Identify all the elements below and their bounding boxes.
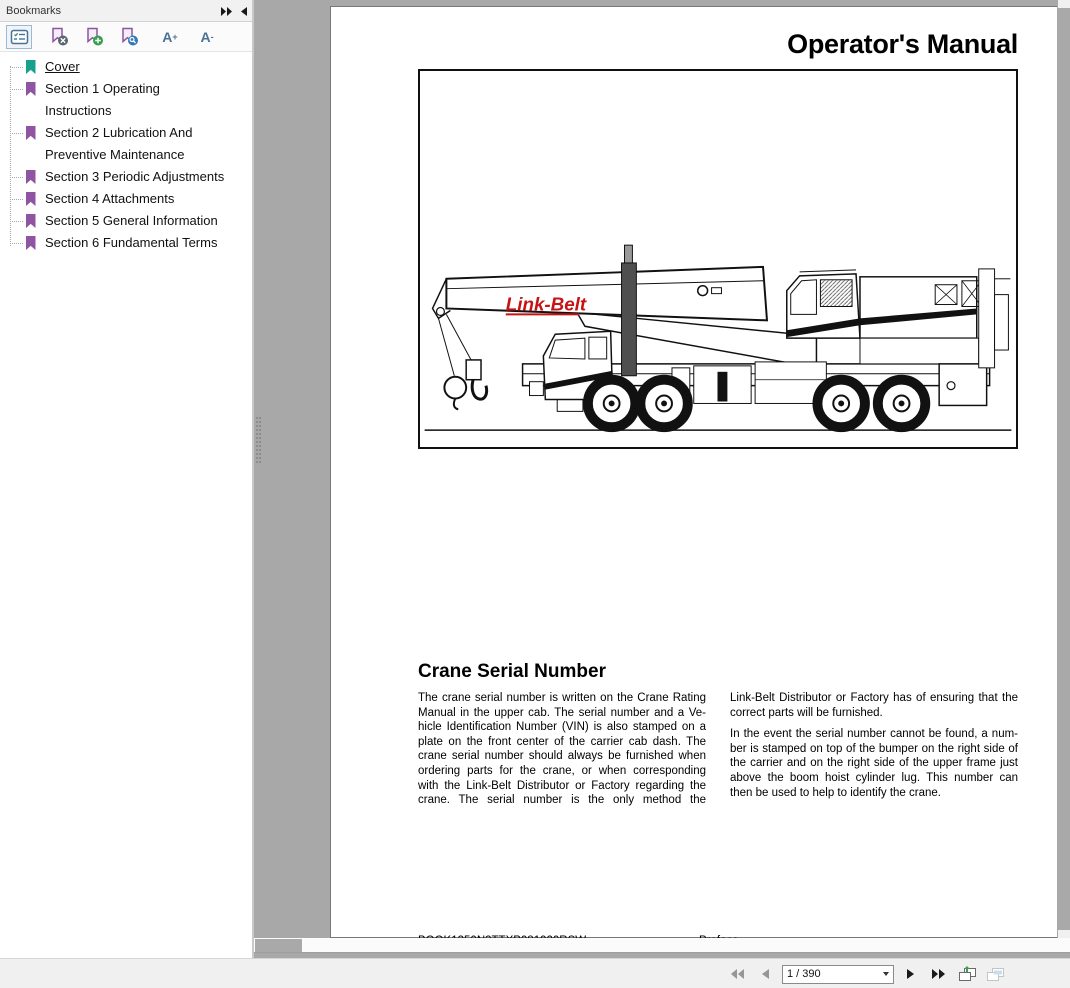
previous-page-button[interactable] — [754, 964, 776, 984]
document-pane: Operator's Manual Link-Belt Crane Serial… — [254, 0, 1070, 958]
next-page-button[interactable] — [900, 964, 922, 984]
crane-figure-box: Link-Belt — [418, 69, 1018, 449]
section-heading: Crane Serial Number — [418, 661, 606, 682]
bookmark-item-section-5[interactable]: Section 5 General Information — [0, 210, 252, 232]
bookmarks-panel: Bookmarks A + A - Cover Section 1 Operat… — [0, 0, 252, 958]
horizontal-scrollbar[interactable] — [254, 938, 1070, 953]
delete-bookmark-button[interactable] — [46, 25, 72, 49]
bookmarks-toolbar: A + A- — [0, 22, 252, 52]
bookmark-item-section-2[interactable]: Section 2 Lubrication And Preventive Mai… — [0, 122, 252, 166]
decrease-text-size-icon: A — [200, 28, 211, 45]
previous-view-button[interactable] — [956, 964, 978, 984]
bookmark-flag-icon — [24, 81, 37, 97]
splitter-grip[interactable] — [256, 417, 261, 463]
pdf-viewer-window: Bookmarks A + A - Cover Section 1 Operat… — [0, 0, 1070, 988]
new-bookmark-icon — [87, 27, 103, 46]
bookmarks-panel-title: Bookmarks — [6, 4, 62, 17]
bookmark-flag-icon — [24, 169, 37, 185]
bookmark-item-section-1[interactable]: Section 1 Operating Instructions — [0, 78, 252, 122]
bookmark-flag-icon — [24, 125, 37, 141]
page-navigation: 1 / 390 — [726, 963, 1006, 985]
crane-brand-text: Link-Belt — [506, 293, 587, 314]
next-page-icon — [907, 969, 914, 979]
bookmark-flag-icon — [24, 213, 37, 229]
document-page: Operator's Manual Link-Belt Crane Serial… — [330, 6, 1057, 947]
find-bookmark-button[interactable] — [116, 25, 142, 49]
first-page-button[interactable] — [726, 964, 748, 984]
previous-page-icon — [762, 969, 769, 979]
bookmark-options-icon — [10, 29, 28, 44]
bookmark-flag-icon — [24, 191, 37, 207]
last-page-button[interactable] — [928, 964, 950, 984]
bookmark-item-cover[interactable]: Cover — [0, 56, 252, 78]
first-page-icon — [731, 969, 744, 979]
page-number-input[interactable]: 1 / 390 — [782, 964, 894, 984]
new-bookmark-button[interactable] — [81, 25, 107, 49]
combo-caret-icon[interactable] — [883, 972, 889, 976]
decrease-text-size-button[interactable]: A- — [193, 25, 221, 49]
crane-illustration: Link-Belt — [424, 244, 1012, 433]
bookmarks-panel-header: Bookmarks — [0, 0, 252, 22]
expand-panel-icon[interactable] — [220, 6, 233, 16]
body-text-columns: The crane serial number is written on th… — [418, 691, 1018, 808]
increase-text-size-button[interactable]: A + — [156, 25, 184, 49]
bookmark-flag-icon — [24, 59, 37, 75]
vertical-scrollbar-thumb[interactable] — [1058, 8, 1070, 930]
previous-view-icon — [958, 966, 976, 981]
last-page-icon — [932, 969, 945, 979]
bookmarks-tree: Cover Section 1 Operating Instructions S… — [0, 52, 252, 254]
bookmark-item-section-6[interactable]: Section 6 Fundamental Terms — [0, 232, 252, 254]
delete-bookmark-icon — [52, 27, 68, 46]
status-bar: 1 / 390 — [0, 958, 1070, 988]
bookmark-flag-icon — [24, 235, 37, 251]
right-column: Link-Belt Distributor or Factory has of … — [730, 692, 1018, 799]
find-bookmark-icon — [122, 27, 138, 46]
horizontal-scrollbar-thumb[interactable] — [255, 939, 302, 952]
next-view-button[interactable] — [984, 964, 1006, 984]
next-view-icon — [986, 968, 1004, 981]
page-title: Operator's Manual — [787, 29, 1018, 59]
vertical-scrollbar[interactable] — [1058, 0, 1070, 938]
increase-text-size-icon: A — [162, 28, 173, 45]
bookmark-item-section-3[interactable]: Section 3 Periodic Adjustments — [0, 166, 252, 188]
left-column: The crane serial number is written on th… — [418, 692, 706, 807]
collapse-panel-icon[interactable] — [240, 6, 248, 16]
bookmark-item-section-4[interactable]: Section 4 Attachments — [0, 188, 252, 210]
bookmark-options-button[interactable] — [6, 24, 32, 49]
